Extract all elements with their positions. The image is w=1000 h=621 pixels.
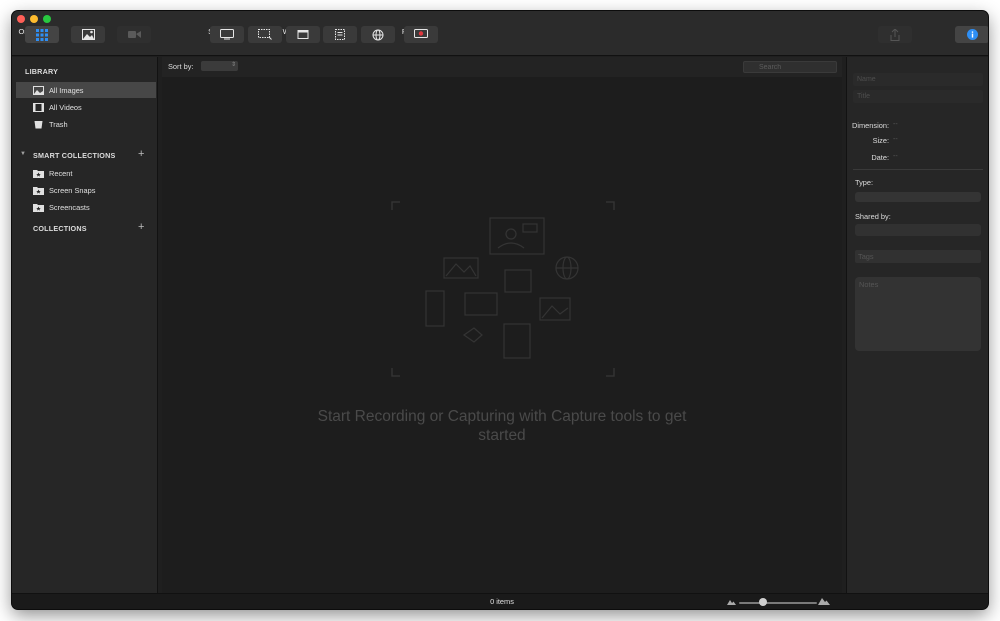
smart-collections-disclosure-icon[interactable]: ▼ bbox=[20, 151, 26, 157]
size-label: Size: bbox=[872, 136, 889, 145]
sidebar-item-label: Screen Snaps bbox=[49, 185, 96, 195]
video-camera-icon bbox=[117, 26, 151, 43]
sort-by-label: Sort by: bbox=[168, 62, 194, 71]
image-icon bbox=[71, 26, 105, 43]
menu-icon bbox=[323, 26, 357, 43]
trash-icon bbox=[33, 120, 44, 129]
search-input[interactable] bbox=[743, 61, 837, 73]
toolbar: Organizer Image Video bbox=[12, 11, 988, 56]
image-button[interactable]: Image bbox=[63, 26, 105, 54]
stepper-arrows-icon: ⇕ bbox=[230, 62, 236, 68]
collections-header: COLLECTIONS bbox=[33, 224, 87, 233]
info-button[interactable]: Info bbox=[947, 26, 988, 54]
zoom-slider[interactable] bbox=[739, 602, 817, 604]
tags-field[interactable]: Tags bbox=[855, 250, 981, 263]
area-selection-icon bbox=[248, 26, 282, 43]
smart-folder-icon bbox=[33, 169, 44, 178]
content-area: Sort by: ⇕ Search Start Recording or Cap… bbox=[162, 57, 842, 593]
status-bar: 0 items bbox=[12, 593, 988, 609]
smart-folder-icon bbox=[33, 186, 44, 195]
sidebar-item-label: Screencasts bbox=[49, 202, 90, 212]
film-icon bbox=[33, 102, 44, 112]
smart-folder-icon bbox=[33, 203, 44, 212]
web-capture-button[interactable]: Web bbox=[353, 26, 395, 54]
library-header: LIBRARY bbox=[25, 67, 59, 76]
shared-by-field[interactable] bbox=[855, 224, 981, 236]
type-label: Type: bbox=[855, 178, 874, 187]
date-value: -- bbox=[893, 153, 898, 160]
info-icon bbox=[955, 26, 988, 43]
sidebar-item-screencasts[interactable]: Screencasts bbox=[16, 199, 156, 215]
zoom-window-button[interactable] bbox=[43, 15, 51, 23]
organizer-button[interactable]: Organizer bbox=[17, 26, 59, 54]
sidebar-item-recent[interactable]: Recent bbox=[16, 165, 156, 181]
close-window-button[interactable] bbox=[17, 15, 25, 23]
size-value: -- bbox=[893, 136, 898, 143]
globe-icon bbox=[361, 26, 395, 43]
large-mountains-icon bbox=[818, 598, 830, 605]
sidebar-item-label: All Videos bbox=[49, 102, 82, 112]
add-collection-button[interactable]: + bbox=[138, 222, 144, 233]
record-icon bbox=[404, 26, 438, 43]
empty-state-message: Start Recording or Capturing with Captur… bbox=[317, 408, 687, 444]
record-button[interactable]: Record bbox=[396, 26, 438, 54]
items-count: 0 items bbox=[490, 597, 514, 606]
app-window: Organizer Image Video bbox=[12, 11, 988, 609]
screen-capture-button[interactable]: Screen bbox=[202, 26, 244, 54]
sidebar-item-all-images[interactable]: All Images bbox=[16, 82, 156, 98]
share-icon bbox=[878, 26, 912, 43]
area-capture-button[interactable]: Area bbox=[240, 26, 282, 54]
info-panel: Name Title Dimension: -- Size: -- Date: … bbox=[846, 57, 988, 593]
sidebar-item-all-videos[interactable]: All Videos bbox=[16, 99, 156, 115]
sort-by-select[interactable]: ⇕ bbox=[201, 61, 238, 71]
small-mountains-icon bbox=[727, 600, 736, 605]
video-button[interactable]: Video bbox=[109, 26, 151, 54]
minimize-window-button[interactable] bbox=[30, 15, 38, 23]
share-button[interactable]: Share bbox=[870, 26, 912, 54]
date-label: Date: bbox=[871, 153, 889, 162]
dimension-value: -- bbox=[893, 121, 898, 128]
add-smart-collection-button[interactable]: + bbox=[138, 149, 144, 160]
dimension-label: Dimension: bbox=[852, 121, 889, 130]
sidebar-item-label: Recent bbox=[49, 168, 73, 178]
name-field[interactable]: Name bbox=[853, 73, 983, 86]
sort-bar: Sort by: ⇕ bbox=[162, 57, 842, 77]
sidebar-item-label: Trash bbox=[49, 119, 68, 129]
title-field[interactable]: Title bbox=[853, 90, 983, 103]
sidebar: LIBRARY All Images All Videos Trash ▼ SM… bbox=[12, 57, 158, 593]
divider bbox=[853, 169, 983, 170]
notes-field[interactable]: Notes bbox=[855, 277, 981, 351]
sidebar-item-trash[interactable]: Trash bbox=[16, 116, 156, 132]
empty-state-illustration-icon bbox=[391, 201, 615, 377]
shared-by-label: Shared by: bbox=[855, 212, 891, 221]
smart-collections-header: SMART COLLECTIONS bbox=[33, 151, 116, 160]
sidebar-item-screen-snaps[interactable]: Screen Snaps bbox=[16, 182, 156, 198]
menu-capture-button[interactable]: Menu bbox=[315, 26, 357, 54]
screen-icon bbox=[210, 26, 244, 43]
window-capture-button[interactable]: Window bbox=[278, 26, 320, 54]
grid-icon bbox=[25, 26, 59, 43]
type-select[interactable] bbox=[855, 192, 981, 202]
zoom-slider-knob[interactable] bbox=[759, 598, 767, 606]
image-icon bbox=[33, 85, 44, 95]
sidebar-item-label: All Images bbox=[49, 85, 84, 95]
